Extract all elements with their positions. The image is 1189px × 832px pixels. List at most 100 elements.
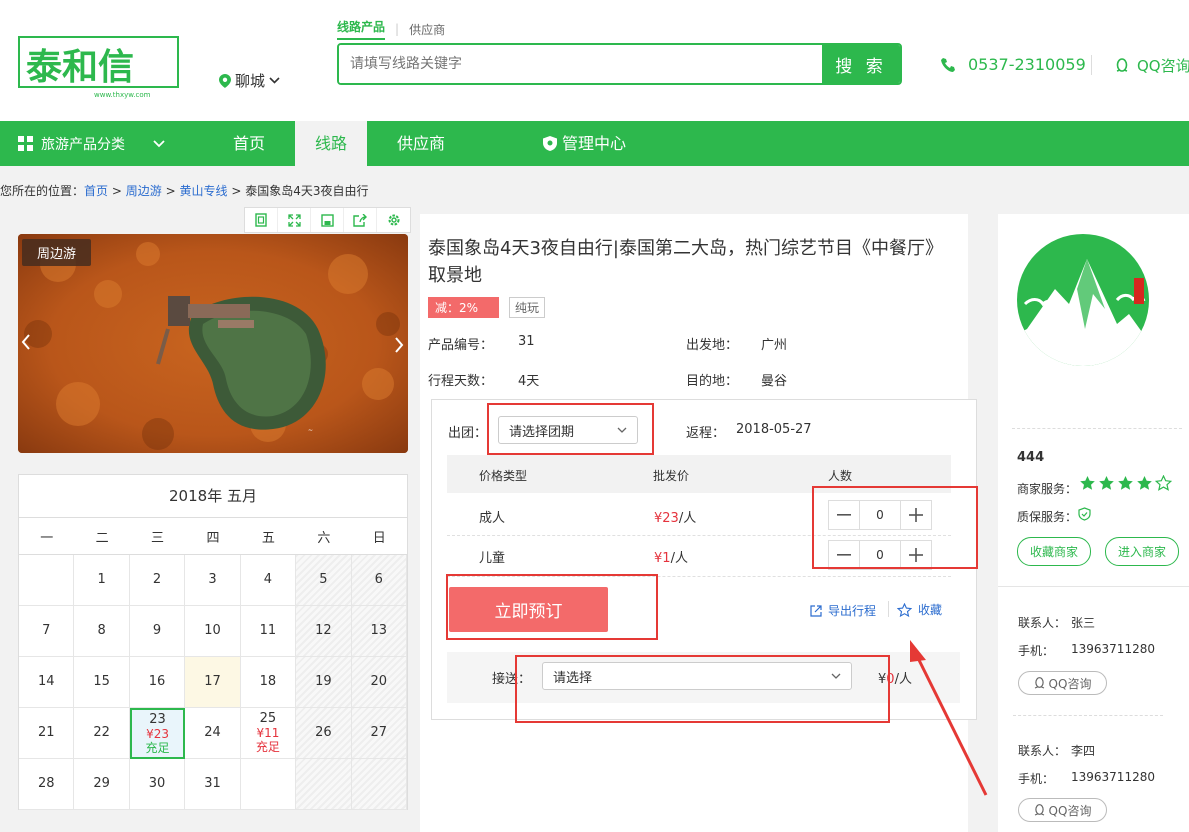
qq-icon (1034, 803, 1044, 816)
merchant-logo[interactable] (1017, 234, 1149, 366)
product-title: 泰国象岛4天3夜自由行|泰国第二大岛，热门综艺节目《中餐厅》取景地 (428, 238, 943, 286)
calendar-day: 13 (351, 606, 407, 657)
trip-days-label: 行程天数： (428, 374, 494, 389)
child-price: ¥1/人 (654, 547, 688, 566)
guarantee-shield-icon (1078, 507, 1091, 521)
calendar-day: 18 (240, 657, 297, 708)
site-logo[interactable]: 泰和信 www.thxyw.com (18, 27, 180, 101)
calendar-day: 3 (185, 555, 241, 606)
annotation-arrow-icon (910, 640, 988, 796)
breadcrumb-separator: > (165, 184, 176, 198)
breadcrumb-huangshan[interactable]: 黄山专线 (179, 184, 227, 198)
calendar-day: 15 (74, 657, 130, 708)
category-menu[interactable]: 旅游产品分类 (18, 121, 165, 166)
qq-icon (1034, 676, 1044, 689)
header-qq-label: QQ咨询 (1137, 57, 1189, 75)
tab-route-products[interactable]: 线路产品 (337, 18, 386, 40)
calendar-grid: 1 2 3 4 5 6 7 8 9 10 11 12 13 14 15 16 1… (19, 555, 407, 810)
star-outline-icon (1155, 475, 1172, 491)
hotline: 0537-2310059 (940, 55, 1086, 74)
nav-home[interactable]: 首页 (209, 121, 289, 166)
calendar-day: 5 (296, 555, 352, 606)
breadcrumb-home[interactable]: 首页 (84, 184, 108, 198)
adult-label: 成人 (479, 511, 506, 526)
calendar-day: 1 (74, 555, 130, 606)
header-qq-link[interactable]: QQ咨询 (1115, 55, 1189, 76)
nav-routes[interactable]: 线路 (295, 121, 367, 166)
contact-1-phone: 13963711280 (1071, 642, 1155, 656)
weekday-label: 二 (95, 530, 109, 546)
calendar-day: 21 (19, 708, 75, 759)
product-code-label: 产品编号： (428, 338, 494, 353)
weekday-label: 三 (151, 530, 165, 546)
destination-label: 目的地： (686, 374, 739, 389)
calendar-day-empty (19, 555, 75, 606)
annotation-box-headcount (812, 486, 978, 569)
return-date: 2018-05-27 (736, 422, 812, 437)
calendar-day: 14 (19, 657, 75, 708)
calendar-day: 24 (185, 708, 241, 759)
category-menu-label: 旅游产品分类 (41, 136, 125, 153)
enter-merchant-button[interactable]: 进入商家 (1105, 537, 1179, 566)
child-price-value: 1 (662, 551, 671, 566)
calendar-day: 30 (129, 759, 186, 810)
calendar-day-available-selected[interactable]: 23 ¥23 充足 (129, 708, 186, 759)
calendar-day-available[interactable]: 25 ¥11 充足 (240, 708, 297, 759)
shield-icon (543, 136, 557, 151)
save-icon[interactable] (311, 208, 344, 232)
weekday-label: 六 (317, 530, 331, 546)
sidebar-divider (998, 586, 1189, 587)
calendar-day: 7 (19, 606, 75, 657)
settings-gear-icon[interactable] (377, 208, 410, 232)
return-label: 返程： (686, 426, 726, 441)
calendar-day: 6 (351, 555, 407, 606)
hotline-number: 0537-2310059 (968, 55, 1086, 74)
calendar-day: 9 (129, 606, 186, 657)
contact-2-name-label: 联系人： (1018, 744, 1067, 758)
star-filled-icon (1118, 476, 1133, 490)
favorite-label: 收藏 (918, 603, 943, 617)
favorite-merchant-button[interactable]: 收藏商家 (1017, 537, 1091, 566)
nav-admin-center[interactable]: 管理中心 (543, 121, 643, 166)
weekday-label: 日 (372, 530, 386, 546)
day-number: 23 (149, 711, 166, 727)
search-bar: 搜 索 (337, 43, 902, 85)
calendar-weekdays: 一 二 三 四 五 六 日 (19, 518, 407, 555)
qq-icon (1116, 57, 1128, 72)
breadcrumb-prefix: 您所在的位置： (0, 184, 85, 198)
nav-suppliers[interactable]: 供应商 (380, 121, 462, 166)
nav-admin-label: 管理中心 (562, 134, 627, 153)
search-input[interactable] (339, 45, 822, 83)
photo-prev-arrow[interactable] (20, 332, 32, 357)
merchant-rating (1079, 475, 1172, 492)
favorite-link[interactable]: 收藏 (897, 601, 942, 618)
product-code: 31 (518, 334, 535, 349)
share-icon[interactable] (344, 208, 377, 232)
print-icon[interactable] (245, 208, 278, 232)
breadcrumb-nearby[interactable]: 周边游 (126, 184, 162, 198)
contact-2-qq-button[interactable]: QQ咨询 (1018, 798, 1107, 822)
contact-1-qq-label: QQ咨询 (1048, 676, 1092, 691)
fullscreen-icon[interactable] (278, 208, 311, 232)
export-itinerary-link[interactable]: 导出行程 (810, 602, 876, 619)
calendar-day: 16 (129, 657, 186, 708)
tab-suppliers[interactable]: 供应商 (409, 21, 445, 38)
calendar-day: 8 (74, 606, 130, 657)
group-date-label: 出团： (448, 426, 488, 441)
merchant-name: 444 (1017, 450, 1045, 465)
contact-2-name: 李四 (1071, 744, 1096, 758)
grid-icon (18, 136, 33, 151)
contact-1-qq-button[interactable]: QQ咨询 (1018, 671, 1107, 695)
chevron-down-icon (269, 77, 280, 84)
contact-2-phone: 13963711280 (1071, 770, 1155, 784)
search-button[interactable]: 搜 索 (822, 45, 900, 83)
export-icon (810, 604, 822, 617)
weekday-label: 四 (206, 530, 220, 546)
city-selector[interactable]: 聊城 (219, 70, 280, 91)
product-type-tag: 纯玩 (509, 297, 546, 318)
calendar-day: 20 (351, 657, 407, 708)
logo-wordmark: 泰和信 (26, 46, 134, 88)
calendar-title: 2018年 五月 (19, 475, 407, 518)
day-stock: 充足 (255, 740, 280, 754)
photo-next-arrow[interactable] (393, 335, 405, 360)
